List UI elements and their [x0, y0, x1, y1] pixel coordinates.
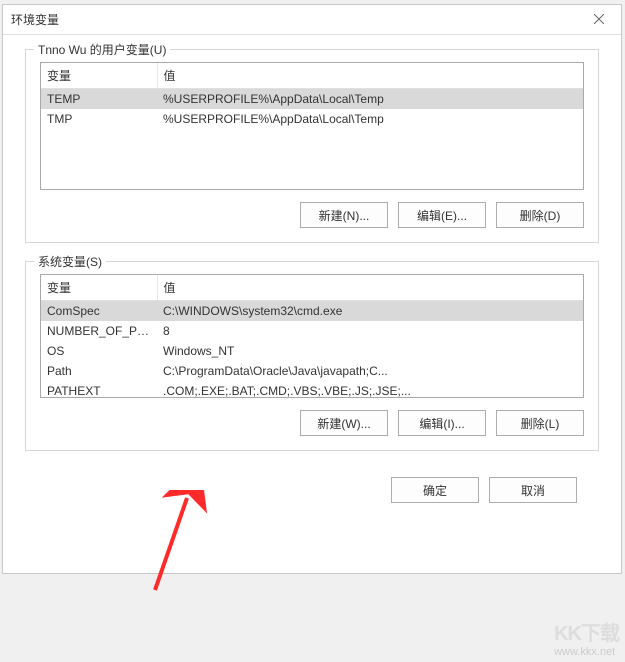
cell-var: ComSpec: [41, 301, 157, 322]
user-edit-button[interactable]: 编辑(E)...: [398, 202, 486, 228]
system-vars-table: 变量 值 ComSpecC:\WINDOWS\system32\cmd.exeN…: [41, 275, 583, 398]
column-header-val[interactable]: 值: [157, 63, 583, 89]
cancel-button[interactable]: 取消: [489, 477, 577, 503]
env-vars-dialog: 环境变量 Tnno Wu 的用户变量(U) 变量 值 TEMP%USERPROF…: [2, 4, 622, 574]
system-edit-button[interactable]: 编辑(I)...: [398, 410, 486, 436]
table-row[interactable]: ComSpecC:\WINDOWS\system32\cmd.exe: [41, 301, 583, 322]
watermark: KK下载 www.kkx.net: [554, 617, 619, 658]
cell-val: .COM;.EXE;.BAT;.CMD;.VBS;.VBE;.JS;.JSE;.…: [157, 381, 583, 398]
table-row[interactable]: TMP%USERPROFILE%\AppData\Local\Temp: [41, 109, 583, 129]
cell-var: Path: [41, 361, 157, 381]
table-row[interactable]: OSWindows_NT: [41, 341, 583, 361]
table-row[interactable]: NUMBER_OF_PR...8: [41, 321, 583, 341]
dialog-content: Tnno Wu 的用户变量(U) 变量 值 TEMP%USERPROFILE%\…: [3, 35, 621, 515]
system-vars-button-row: 新建(W)... 编辑(I)... 删除(L): [40, 410, 584, 436]
system-delete-button[interactable]: 删除(L): [496, 410, 584, 436]
cell-var: PATHEXT: [41, 381, 157, 398]
user-vars-button-row: 新建(N)... 编辑(E)... 删除(D): [40, 202, 584, 228]
table-row[interactable]: TEMP%USERPROFILE%\AppData\Local\Temp: [41, 89, 583, 110]
dialog-title: 环境变量: [11, 11, 585, 28]
system-vars-table-wrap[interactable]: 变量 值 ComSpecC:\WINDOWS\system32\cmd.exeN…: [40, 274, 584, 398]
column-header-var[interactable]: 变量: [41, 63, 157, 89]
table-row[interactable]: PATHEXT.COM;.EXE;.BAT;.CMD;.VBS;.VBE;.JS…: [41, 381, 583, 398]
cell-val: Windows_NT: [157, 341, 583, 361]
cell-val: C:\WINDOWS\system32\cmd.exe: [157, 301, 583, 322]
ok-button[interactable]: 确定: [391, 477, 479, 503]
cell-var: TEMP: [41, 89, 157, 110]
dialog-footer: 确定 取消: [25, 469, 599, 503]
table-row[interactable]: PathC:\ProgramData\Oracle\Java\javapath;…: [41, 361, 583, 381]
cell-var: TMP: [41, 109, 157, 129]
user-vars-group-title: Tnno Wu 的用户变量(U): [34, 41, 170, 58]
cell-val: 8: [157, 321, 583, 341]
close-button[interactable]: [585, 9, 613, 31]
system-vars-group: 系统变量(S) 变量 值 ComSpecC:\WINDOWS\system32\…: [25, 261, 599, 451]
watermark-url: www.kkx.net: [554, 646, 619, 658]
system-new-button[interactable]: 新建(W)...: [300, 410, 388, 436]
cell-var: OS: [41, 341, 157, 361]
column-header-val[interactable]: 值: [157, 275, 583, 301]
user-vars-table-wrap[interactable]: 变量 值 TEMP%USERPROFILE%\AppData\Local\Tem…: [40, 62, 584, 190]
watermark-brand: KK下载: [554, 617, 619, 646]
user-new-button[interactable]: 新建(N)...: [300, 202, 388, 228]
system-vars-group-title: 系统变量(S): [34, 253, 106, 270]
cell-val: C:\ProgramData\Oracle\Java\javapath;C...: [157, 361, 583, 381]
cell-var: NUMBER_OF_PR...: [41, 321, 157, 341]
user-vars-group: Tnno Wu 的用户变量(U) 变量 值 TEMP%USERPROFILE%\…: [25, 49, 599, 243]
close-icon: [594, 13, 604, 27]
cell-val: %USERPROFILE%\AppData\Local\Temp: [157, 89, 583, 110]
cell-val: %USERPROFILE%\AppData\Local\Temp: [157, 109, 583, 129]
titlebar: 环境变量: [3, 5, 621, 35]
user-vars-table: 变量 值 TEMP%USERPROFILE%\AppData\Local\Tem…: [41, 63, 583, 129]
column-header-var[interactable]: 变量: [41, 275, 157, 301]
user-delete-button[interactable]: 删除(D): [496, 202, 584, 228]
